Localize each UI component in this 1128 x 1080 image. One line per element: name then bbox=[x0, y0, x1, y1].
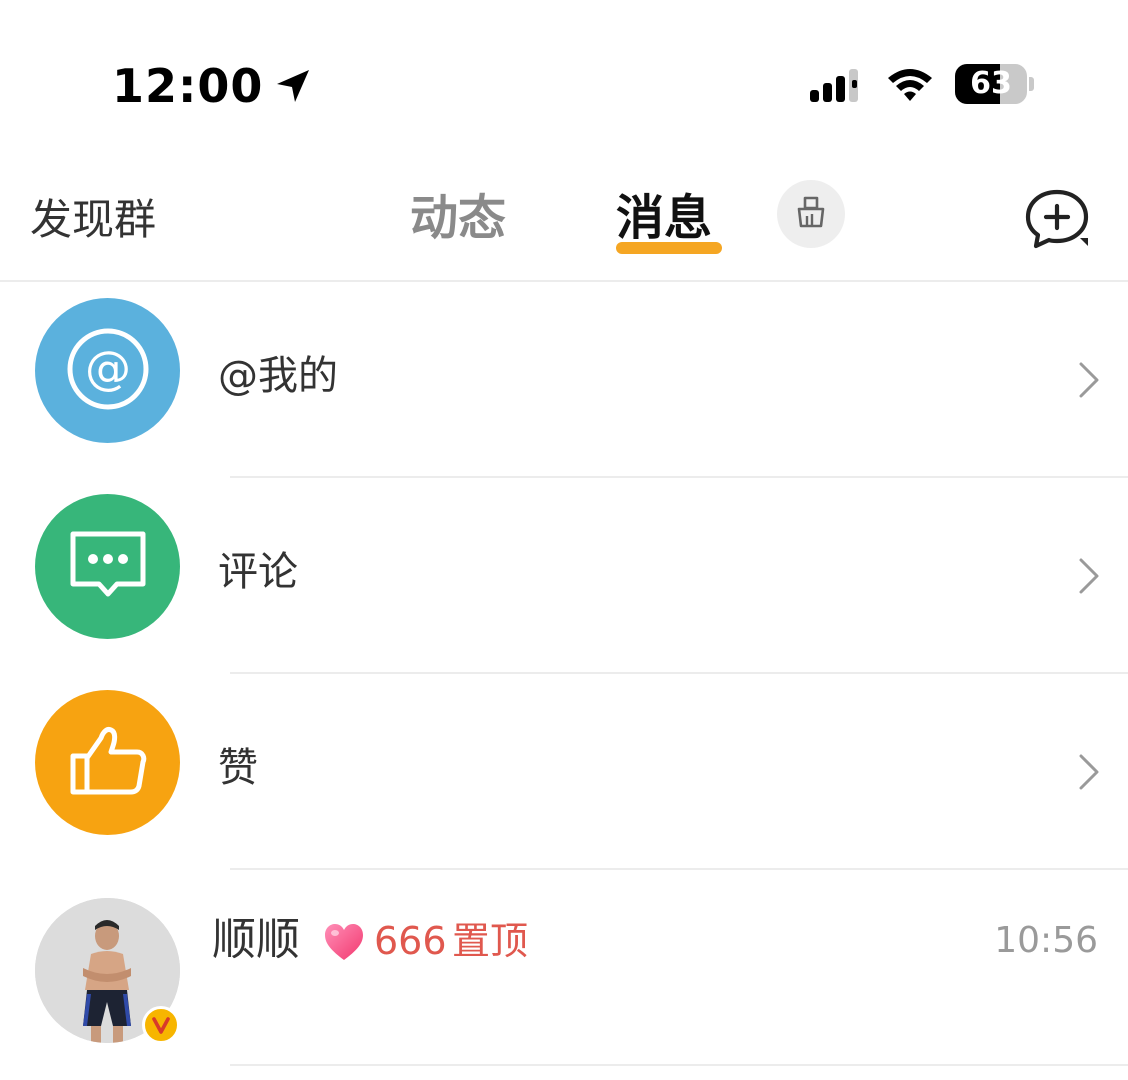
messages-screen: 12:00 63 发现群 动态 消息 @ @我的 评论 赞 顺顺 666 置顶 … bbox=[0, 0, 1128, 1080]
comment-icon bbox=[63, 520, 153, 614]
heart-icon bbox=[322, 920, 366, 964]
clear-unread-button[interactable] bbox=[777, 180, 845, 248]
nav-header: 发现群 动态 消息 bbox=[0, 160, 1128, 282]
add-chat-icon bbox=[1022, 189, 1092, 256]
list-item-comments[interactable]: 评论 bbox=[0, 478, 1128, 674]
chevron-right-icon bbox=[1076, 360, 1102, 400]
battery-level-text: 63 bbox=[970, 66, 1012, 101]
comments-label: 评论 bbox=[218, 549, 298, 595]
chevron-right-icon bbox=[1076, 752, 1102, 792]
likes-label: 赞 bbox=[218, 745, 258, 791]
location-arrow-icon bbox=[273, 66, 313, 106]
battery-body: 63 bbox=[955, 64, 1027, 104]
wifi-icon bbox=[884, 64, 936, 104]
list-item-mentions[interactable]: @ @我的 bbox=[0, 282, 1128, 478]
message-time: 10:56 bbox=[994, 920, 1098, 961]
verified-badge-icon bbox=[142, 1006, 180, 1044]
pinned-tag: 置顶 bbox=[452, 919, 529, 963]
chevron-right-icon bbox=[1076, 556, 1102, 596]
cellular-signal-icon bbox=[808, 66, 868, 106]
status-time-group: 12:00 bbox=[112, 56, 313, 116]
status-time: 12:00 bbox=[112, 59, 264, 113]
svg-text:@: @ bbox=[85, 341, 131, 395]
active-tab-indicator bbox=[616, 242, 722, 254]
row-divider bbox=[230, 1064, 1128, 1066]
mentions-label: @我的 bbox=[218, 353, 338, 399]
tab-messages[interactable]: 消息 bbox=[616, 186, 712, 250]
contact-name: 顺顺 bbox=[212, 914, 300, 965]
broom-icon bbox=[791, 192, 831, 236]
comments-icon-circle bbox=[35, 494, 180, 639]
discover-groups-link[interactable]: 发现群 bbox=[30, 190, 156, 250]
battery-tip bbox=[1029, 77, 1034, 91]
at-icon: @ bbox=[63, 324, 153, 418]
mentions-icon-circle: @ bbox=[35, 298, 180, 443]
battery-indicator: 63 bbox=[955, 64, 1035, 104]
thumbs-up-icon bbox=[63, 716, 153, 810]
conversation-row[interactable]: 顺顺 666 置顶 10:56 bbox=[0, 870, 1128, 1066]
likes-icon-circle bbox=[35, 690, 180, 835]
new-chat-button[interactable] bbox=[1022, 186, 1092, 252]
tab-dynamic[interactable]: 动态 bbox=[410, 186, 506, 250]
list-item-likes[interactable]: 赞 bbox=[0, 674, 1128, 870]
status-bar: 12:00 63 bbox=[0, 0, 1128, 150]
heart-count: 666 bbox=[374, 919, 447, 963]
message-list: @ @我的 评论 赞 顺顺 666 置顶 10:56 bbox=[0, 282, 1128, 1066]
